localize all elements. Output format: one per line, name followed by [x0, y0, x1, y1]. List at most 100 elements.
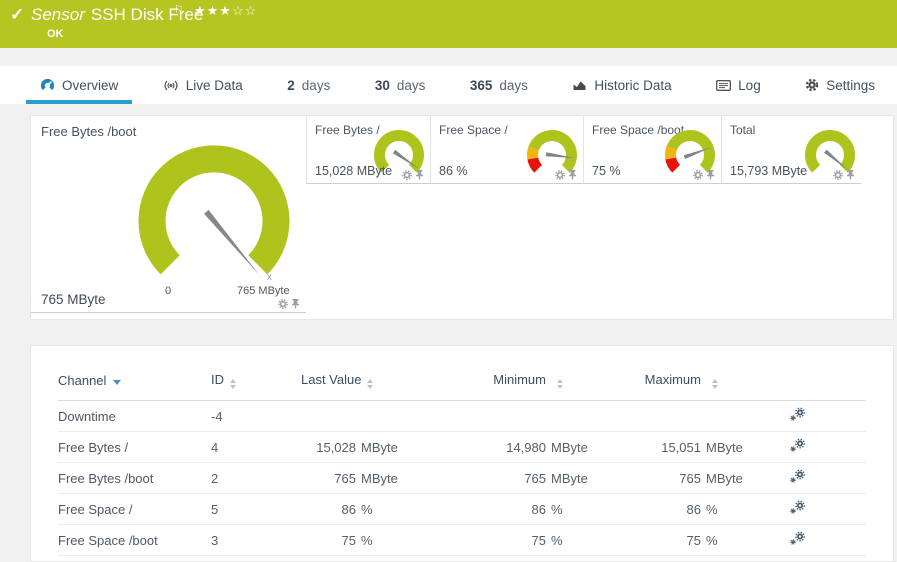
sensor-title-prefix: Sensor — [31, 5, 85, 24]
channel-id: 3 — [211, 524, 301, 556]
gauge-value: 75 % — [592, 164, 621, 178]
sort-icon — [712, 379, 718, 389]
log-list-icon — [716, 79, 732, 91]
last-value — [301, 400, 401, 432]
status-badge: OK — [47, 28, 64, 40]
channel-id: 4 — [211, 431, 301, 463]
minimum-value: 75% — [401, 524, 591, 556]
channel-settings-icon[interactable] — [789, 407, 806, 422]
table-row[interactable]: Total -1 15,793MByte < 0.01MByte 15,816M… — [58, 555, 866, 561]
gauge-value: 15,793 MByte — [730, 164, 808, 178]
pin-icon[interactable] — [846, 170, 855, 180]
priority-flag-icon[interactable]: ⚐ — [174, 3, 184, 16]
needle-tip-marker: x — [267, 272, 272, 283]
tab-30-days[interactable]: 30 days — [361, 66, 440, 104]
pin-icon[interactable] — [568, 170, 577, 180]
pin-icon[interactable] — [415, 170, 424, 180]
main-gauge — [138, 145, 290, 275]
table-row[interactable]: Free Bytes /boot 2 765 MByte 765 MByte 765… — [58, 462, 866, 494]
channel-settings-icon[interactable] — [789, 531, 806, 546]
gear-icon[interactable] — [555, 170, 565, 180]
gauge-value: 15,028 MByte — [315, 164, 393, 178]
channel-name: Free Space / — [58, 493, 211, 525]
col-header-minimum[interactable]: Minimum — [401, 364, 591, 401]
gauge-cell-free-bytes-root: Free Bytes / 15,028 MByte — [306, 116, 430, 184]
minimum-value: 14,980 MByte — [401, 431, 591, 463]
sensor-name: SSH Disk Free — [90, 5, 204, 24]
tab-label: days — [301, 77, 331, 93]
main-gauge-title: Free Bytes /boot — [41, 124, 137, 139]
gauge-title: Total — [730, 123, 756, 137]
tab-label-number: 30 — [374, 77, 390, 93]
tab-2-days[interactable]: 2 days — [273, 66, 344, 104]
gauge-scale-min: 0 — [165, 285, 172, 297]
maximum-value: 15,816MByte — [591, 555, 746, 561]
last-value: 86% — [301, 493, 401, 525]
col-header-last-value[interactable]: Last Value — [301, 364, 401, 401]
table-row[interactable]: Downtime -4 — [58, 400, 866, 432]
table-row[interactable]: Free Space /boot 3 75% 75% 75% — [58, 524, 866, 556]
last-value: 15,793MByte — [301, 555, 401, 561]
tab-live-data[interactable]: Live Data — [149, 66, 257, 104]
channel-name: Free Bytes /boot — [58, 462, 211, 494]
last-value: 75% — [301, 524, 401, 556]
pin-icon[interactable] — [706, 170, 715, 180]
pin-icon[interactable] — [291, 299, 300, 309]
area-chart-icon — [573, 81, 586, 90]
sort-icon — [230, 379, 236, 389]
maximum-value: 75% — [591, 524, 746, 556]
tab-label: Live Data — [185, 77, 243, 93]
channel-id: 2 — [211, 462, 301, 494]
main-gauge-value: 765 MByte — [41, 292, 106, 307]
priority-stars[interactable]: ★★★☆☆ — [194, 3, 257, 19]
tab-settings[interactable]: Settings — [791, 66, 889, 104]
table-row[interactable]: Free Space / 5 86% 86% 86% — [58, 493, 866, 525]
tab-historic-data[interactable]: Historic Data — [558, 66, 685, 104]
gauge-icon — [40, 78, 55, 90]
maximum-value: 86% — [591, 493, 746, 525]
channel-settings-icon[interactable] — [789, 438, 806, 453]
channel-name: Total — [58, 555, 211, 561]
gauge-cell-total: Total 15,793 MByte — [721, 116, 861, 184]
channels-panel: Channel ID Last Value Minimum Maximum Do… — [30, 345, 894, 562]
gear-icon[interactable] — [278, 299, 288, 309]
gauge-cell-free-space-boot: Free Space /boot 75 % — [583, 116, 721, 184]
maximum-value — [591, 400, 746, 432]
tab-label: Log — [738, 77, 761, 93]
tab-label: Overview — [62, 77, 119, 93]
col-header-label: Minimum — [493, 372, 546, 387]
gear-icon[interactable] — [833, 170, 843, 180]
gear-icon[interactable] — [402, 170, 412, 180]
col-header-maximum[interactable]: Maximum — [591, 364, 746, 401]
col-header-id[interactable]: ID — [211, 364, 301, 401]
table-row[interactable]: Free Bytes / 4 15,028 MByte 14,980 MByte 1… — [58, 431, 866, 463]
gauges-panel: Free Bytes /boot 0 765 MByte x 765 MByte… — [30, 115, 894, 320]
last-value: 15,028 MByte — [301, 431, 401, 463]
tab-label: days — [396, 77, 426, 93]
col-header-channel[interactable]: Channel — [58, 364, 211, 401]
tab-label-number: 2 — [287, 77, 295, 93]
channel-name: Downtime — [58, 400, 211, 432]
channel-settings-icon[interactable] — [789, 500, 806, 515]
col-header-label: Last Value — [301, 372, 362, 387]
gear-icon — [805, 78, 819, 92]
channel-id: -1 — [211, 555, 301, 561]
gauge-title: Free Space / — [439, 123, 508, 137]
col-header-label: ID — [211, 372, 224, 387]
sort-icon — [557, 379, 563, 389]
table-header-row: Channel ID Last Value Minimum Maximum — [58, 364, 866, 401]
broadcast-icon — [164, 80, 178, 90]
ok-check-icon: ✓ — [10, 5, 25, 24]
tab-overview[interactable]: Overview — [26, 66, 133, 104]
gear-icon[interactable] — [693, 170, 703, 180]
channel-settings-icon[interactable] — [789, 469, 806, 484]
tab-label: Historic Data — [594, 77, 672, 93]
sort-desc-icon — [113, 380, 122, 385]
sensor-header: ✓ Sensor SSH Disk Free ⚐ ★★★☆☆ OK — [0, 0, 897, 48]
gauge-value: 86 % — [439, 164, 468, 178]
tab-log[interactable]: Log — [702, 66, 775, 104]
last-value: 765 MByte — [301, 462, 401, 494]
tab-365-days[interactable]: 365 days — [456, 66, 542, 104]
maximum-value: 765 MByte — [591, 462, 746, 494]
channel-name: Free Space /boot — [58, 524, 211, 556]
